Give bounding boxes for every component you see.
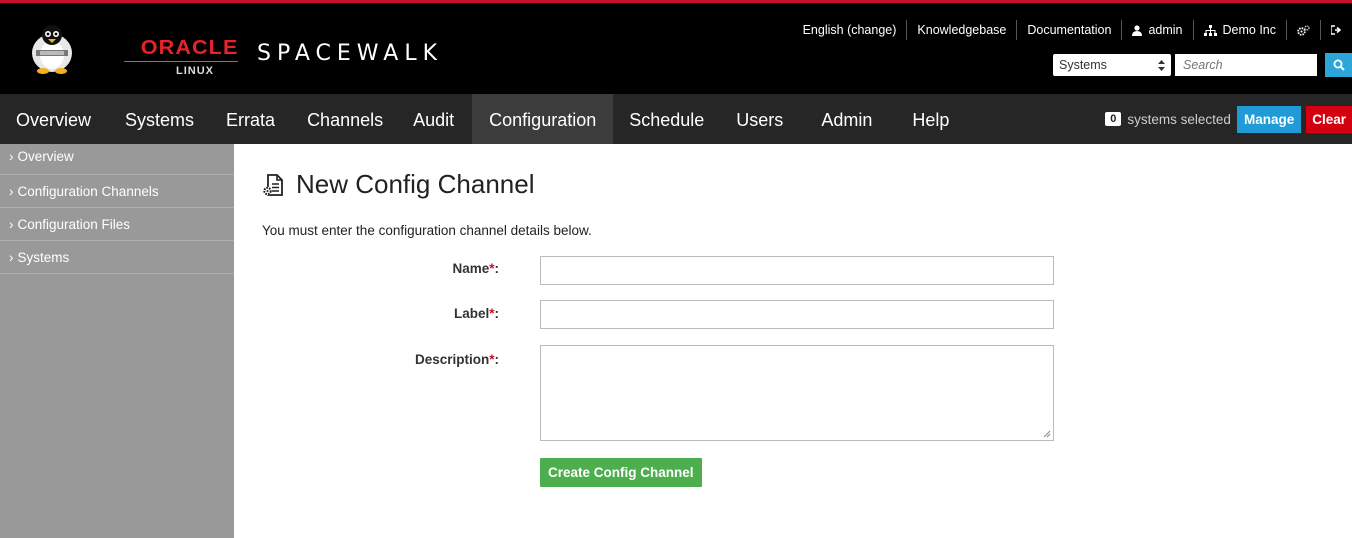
linux-wordmark: LINUX: [176, 65, 214, 77]
preferences-button[interactable]: [1286, 20, 1320, 40]
logo-divider: [124, 61, 238, 62]
nav-audit[interactable]: Audit: [399, 94, 472, 144]
label-label: Label*:: [234, 306, 499, 321]
search-area: Systems: [1053, 53, 1352, 77]
search-input[interactable]: [1175, 54, 1317, 76]
search-scope-select[interactable]: Systems: [1053, 54, 1171, 76]
organization-label: Demo Inc: [1222, 23, 1277, 37]
gears-icon: [1297, 24, 1310, 36]
systems-selected-count: 0: [1105, 112, 1122, 126]
resize-grip-icon[interactable]: [1043, 430, 1051, 438]
manage-button[interactable]: Manage: [1236, 105, 1302, 133]
chevron-right-icon: ›: [9, 217, 14, 232]
language-label: English (change): [802, 23, 897, 37]
config-file-icon: [263, 173, 283, 196]
system-selection: 0 systems selected Manage Clear: [1105, 94, 1352, 144]
nav-errata[interactable]: Errata: [210, 94, 291, 144]
sidebar-item-label: Systems: [17, 250, 70, 265]
search-icon: [1333, 59, 1345, 71]
oracle-wordmark: ORACLE: [140, 37, 238, 59]
description-label: Description*:: [234, 352, 499, 367]
select-arrows-icon: [1158, 59, 1165, 71]
name-field[interactable]: [540, 256, 1054, 285]
chevron-right-icon: ›: [9, 184, 14, 199]
nav-admin[interactable]: Admin: [799, 94, 894, 144]
language-link[interactable]: English (change): [793, 20, 907, 40]
organization-icon: [1203, 24, 1217, 36]
page-title: New Config Channel: [262, 169, 534, 200]
organization-link[interactable]: Demo Inc: [1192, 20, 1287, 40]
documentation-link[interactable]: Documentation: [1016, 20, 1121, 40]
sidebar-item-configuration-files[interactable]: › Configuration Files: [0, 208, 234, 241]
label-label-text: Label: [453, 306, 490, 321]
intro-text: You must enter the configuration channel…: [262, 223, 592, 238]
label-colon: :: [494, 261, 500, 276]
nav-channels[interactable]: Channels: [291, 94, 399, 144]
tux-penguin-icon: [32, 25, 72, 74]
systems-selected-label: systems selected: [1127, 111, 1231, 127]
search-scope-value: Systems: [1059, 58, 1107, 72]
description-label-text: Description: [414, 352, 490, 367]
sidebar-item-label: Configuration Files: [17, 217, 131, 232]
nav-configuration[interactable]: Configuration: [472, 94, 614, 144]
sidebar-item-overview[interactable]: › Overview: [0, 144, 234, 175]
chevron-right-icon: ›: [9, 149, 14, 164]
knowledgebase-link[interactable]: Knowledgebase: [906, 20, 1016, 40]
chevron-right-icon: ›: [9, 250, 14, 265]
name-label-text: Name: [452, 261, 490, 276]
user-account-link[interactable]: admin: [1121, 20, 1192, 40]
sign-out-button[interactable]: [1320, 20, 1352, 40]
utility-bar: English (change) Knowledgebase Documenta…: [793, 17, 1352, 43]
sidebar-item-systems[interactable]: › Systems: [0, 241, 234, 274]
sidebar-item-configuration-channels[interactable]: › Configuration Channels: [0, 175, 234, 208]
oracle-linux-logo: ORACLE LINUX: [124, 37, 238, 83]
nav-users[interactable]: Users: [720, 94, 799, 144]
sign-out-icon: [1331, 25, 1342, 35]
create-config-channel-button[interactable]: Create Config Channel: [540, 458, 702, 487]
label-colon: :: [494, 352, 500, 367]
nav-systems[interactable]: Systems: [108, 94, 210, 144]
page-title-text: New Config Channel: [296, 169, 535, 199]
label-colon: :: [494, 306, 500, 321]
clear-button[interactable]: Clear: [1306, 105, 1352, 133]
label-field[interactable]: [540, 300, 1054, 329]
nav-schedule[interactable]: Schedule: [613, 94, 720, 144]
knowledgebase-label: Knowledgebase: [917, 23, 1007, 37]
search-button[interactable]: [1325, 53, 1352, 77]
documentation-label: Documentation: [1027, 23, 1112, 37]
sidebar: › Overview › Configuration Channels › Confi…: [0, 144, 234, 538]
main-navigation: Overview Systems Errata Channels Audit C…: [0, 94, 1352, 144]
product-name[interactable]: SPACEWALK: [257, 41, 443, 66]
nav-help[interactable]: Help: [894, 94, 965, 144]
name-label: Name*:: [234, 261, 499, 276]
nav-overview[interactable]: Overview: [0, 94, 108, 144]
sidebar-item-label: Configuration Channels: [17, 184, 159, 199]
header: ORACLE LINUX SPACEWALK English (change) …: [0, 0, 1352, 94]
user-icon: [1132, 24, 1143, 36]
username-label: admin: [1148, 23, 1183, 37]
main-content: New Config Channel You must enter the co…: [234, 144, 1352, 538]
description-textarea[interactable]: [540, 345, 1054, 441]
sidebar-item-label: Overview: [17, 149, 74, 164]
